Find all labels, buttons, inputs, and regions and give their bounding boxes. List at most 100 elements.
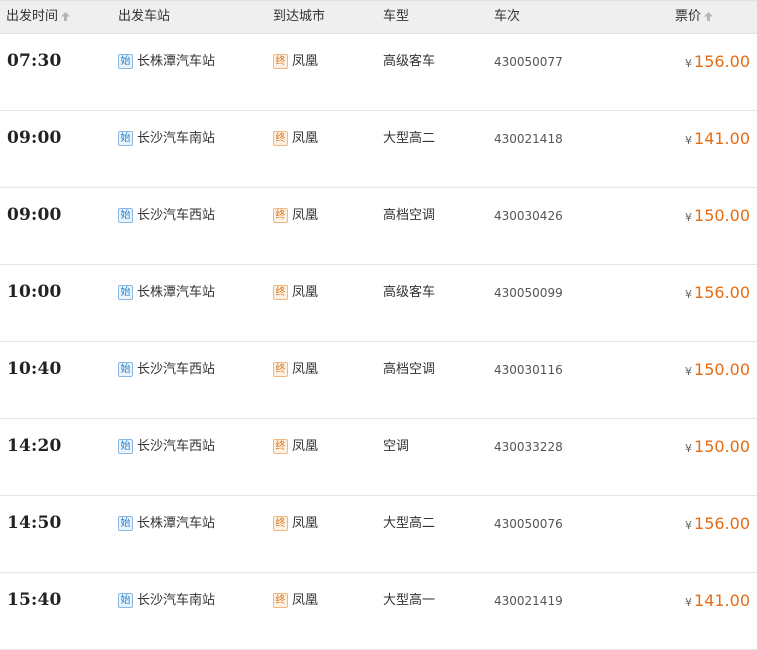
arrive-city-cell: 终凤凰 (273, 129, 318, 149)
table-row[interactable]: 10:40 始长沙汽车西站 终凤凰 高档空调 430030116 ¥150.00 (0, 342, 757, 419)
ticket-price: 141.00 (694, 591, 750, 610)
departure-time: 10:00 (7, 282, 62, 302)
end-badge-icon: 终 (273, 362, 288, 377)
table-row[interactable]: 14:50 始长株潭汽车站 终凤凰 大型高二 430050076 ¥156.00 (0, 496, 757, 573)
depart-station: 长株潭汽车站 (137, 516, 216, 531)
table-row[interactable]: 07:30 始长株潭汽车站 终凤凰 高级客车 430050077 ¥156.00 (0, 34, 757, 111)
start-badge-icon: 始 (118, 516, 133, 531)
start-badge-icon: 始 (118, 285, 133, 300)
ticket-price-cell: ¥156.00 (685, 283, 750, 303)
table-header: 出发时间 出发车站 到达城市 车型 车次 票价 (0, 0, 757, 34)
start-badge-icon: 始 (118, 362, 133, 377)
depart-station: 长沙汽车南站 (137, 131, 216, 146)
ticket-price-cell: ¥150.00 (685, 206, 750, 226)
trip-number: 430050077 (494, 55, 563, 69)
ticket-price: 150.00 (694, 437, 750, 456)
end-badge-icon: 终 (273, 208, 288, 223)
trip-number: 430050076 (494, 517, 563, 531)
arrive-city-cell: 终凤凰 (273, 360, 318, 380)
table-row[interactable]: 09:00 始长沙汽车西站 终凤凰 高档空调 430030426 ¥150.00 (0, 188, 757, 265)
trip-number: 430030426 (494, 209, 563, 223)
currency-symbol: ¥ (685, 365, 693, 378)
sort-arrow-icon[interactable] (61, 2, 71, 21)
end-badge-icon: 终 (273, 131, 288, 146)
depart-station: 长株潭汽车站 (137, 285, 216, 300)
departure-time: 09:00 (7, 205, 62, 225)
bus-schedule-table: 出发时间 出发车站 到达城市 车型 车次 票价 07:30 始长株潭汽车站终凤凰高… (0, 0, 757, 650)
currency-symbol: ¥ (685, 519, 693, 532)
departure-time: 07:30 (7, 51, 62, 71)
depart-station-cell: 始长沙汽车西站 (118, 360, 215, 380)
sort-arrow-icon[interactable] (704, 2, 714, 21)
header-price-label: 票价 (675, 9, 702, 24)
depart-station: 长沙汽车南站 (137, 593, 216, 608)
end-badge-icon: 终 (273, 516, 288, 531)
bus-type: 空调 (383, 439, 410, 454)
trip-number: 430030116 (494, 363, 563, 377)
currency-symbol: ¥ (685, 442, 693, 455)
bus-type: 高档空调 (383, 208, 436, 223)
ticket-price: 141.00 (694, 129, 750, 148)
bus-type: 大型高一 (383, 593, 436, 608)
start-badge-icon: 始 (118, 593, 133, 608)
bus-type: 大型高二 (383, 131, 436, 146)
header-price[interactable]: 票价 (675, 1, 714, 33)
arrive-city: 凤凰 (292, 208, 319, 223)
start-badge-icon: 始 (118, 439, 133, 454)
currency-symbol: ¥ (685, 134, 693, 147)
departure-time: 10:40 (7, 359, 62, 379)
arrive-city-cell: 终凤凰 (273, 206, 318, 226)
departure-time: 09:00 (7, 128, 62, 148)
trip-number: 430021419 (494, 594, 563, 608)
ticket-price-cell: ¥150.00 (685, 360, 750, 380)
arrive-city: 凤凰 (292, 362, 319, 377)
arrive-city: 凤凰 (292, 131, 319, 146)
departure-time: 14:20 (7, 436, 62, 456)
depart-station-cell: 始长沙汽车西站 (118, 437, 215, 457)
depart-station-cell: 始长株潭汽车站 (118, 514, 215, 534)
table-row[interactable]: 15:40 始长沙汽车南站 终凤凰 大型高一 430021419 ¥141.00 (0, 573, 757, 650)
end-badge-icon: 终 (273, 54, 288, 69)
depart-station-cell: 始长沙汽车西站 (118, 206, 215, 226)
start-badge-icon: 始 (118, 131, 133, 146)
arrive-city-cell: 终凤凰 (273, 437, 318, 457)
departure-time: 14:50 (7, 513, 62, 533)
arrive-city-cell: 终凤凰 (273, 514, 318, 534)
bus-type: 大型高二 (383, 516, 436, 531)
trip-number: 430033228 (494, 440, 563, 454)
currency-symbol: ¥ (685, 211, 693, 224)
depart-station-cell: 始长株潭汽车站 (118, 52, 215, 72)
ticket-price: 156.00 (694, 514, 750, 533)
bus-type: 高级客车 (383, 54, 436, 69)
currency-symbol: ¥ (685, 288, 693, 301)
table-row[interactable]: 09:00 始长沙汽车南站 终凤凰 大型高二 430021418 ¥141.00 (0, 111, 757, 188)
header-bus-type: 车型 (383, 9, 410, 24)
ticket-price: 150.00 (694, 360, 750, 379)
arrive-city: 凤凰 (292, 54, 319, 69)
trip-number: 430050099 (494, 286, 563, 300)
table-body: 07:30 始长株潭汽车站终凤凰 高级客车 430050077 ¥156.00 09:00… (0, 34, 757, 650)
header-depart-time[interactable]: 出发时间 (6, 1, 71, 33)
depart-station-cell: 始长株潭汽车站 (118, 283, 215, 303)
ticket-price: 156.00 (694, 52, 750, 71)
bus-type: 高级客车 (383, 285, 436, 300)
arrive-city: 凤凰 (292, 593, 319, 608)
ticket-price-cell: ¥156.00 (685, 52, 750, 72)
arrive-city-cell: 终凤凰 (273, 283, 318, 303)
ticket-price-cell: ¥141.00 (685, 591, 750, 611)
ticket-price-cell: ¥150.00 (685, 437, 750, 457)
end-badge-icon: 终 (273, 285, 288, 300)
arrive-city-cell: 终凤凰 (273, 591, 318, 611)
table-row[interactable]: 14:20 始长沙汽车西站 终凤凰 空调 430033228 ¥150.00 (0, 419, 757, 496)
ticket-price: 156.00 (694, 283, 750, 302)
trip-number: 430021418 (494, 132, 563, 146)
arrive-city-cell: 终凤凰 (273, 52, 318, 72)
start-badge-icon: 始 (118, 54, 133, 69)
ticket-price-cell: ¥141.00 (685, 129, 750, 149)
table-row[interactable]: 10:00 始长株潭汽车站 终凤凰 高级客车 430050099 ¥156.00 (0, 265, 757, 342)
ticket-price-cell: ¥156.00 (685, 514, 750, 534)
arrive-city: 凤凰 (292, 516, 319, 531)
depart-station: 长沙汽车西站 (137, 439, 216, 454)
depart-station-cell: 始长沙汽车南站 (118, 591, 215, 611)
header-arrive-city: 到达城市 (273, 9, 326, 24)
